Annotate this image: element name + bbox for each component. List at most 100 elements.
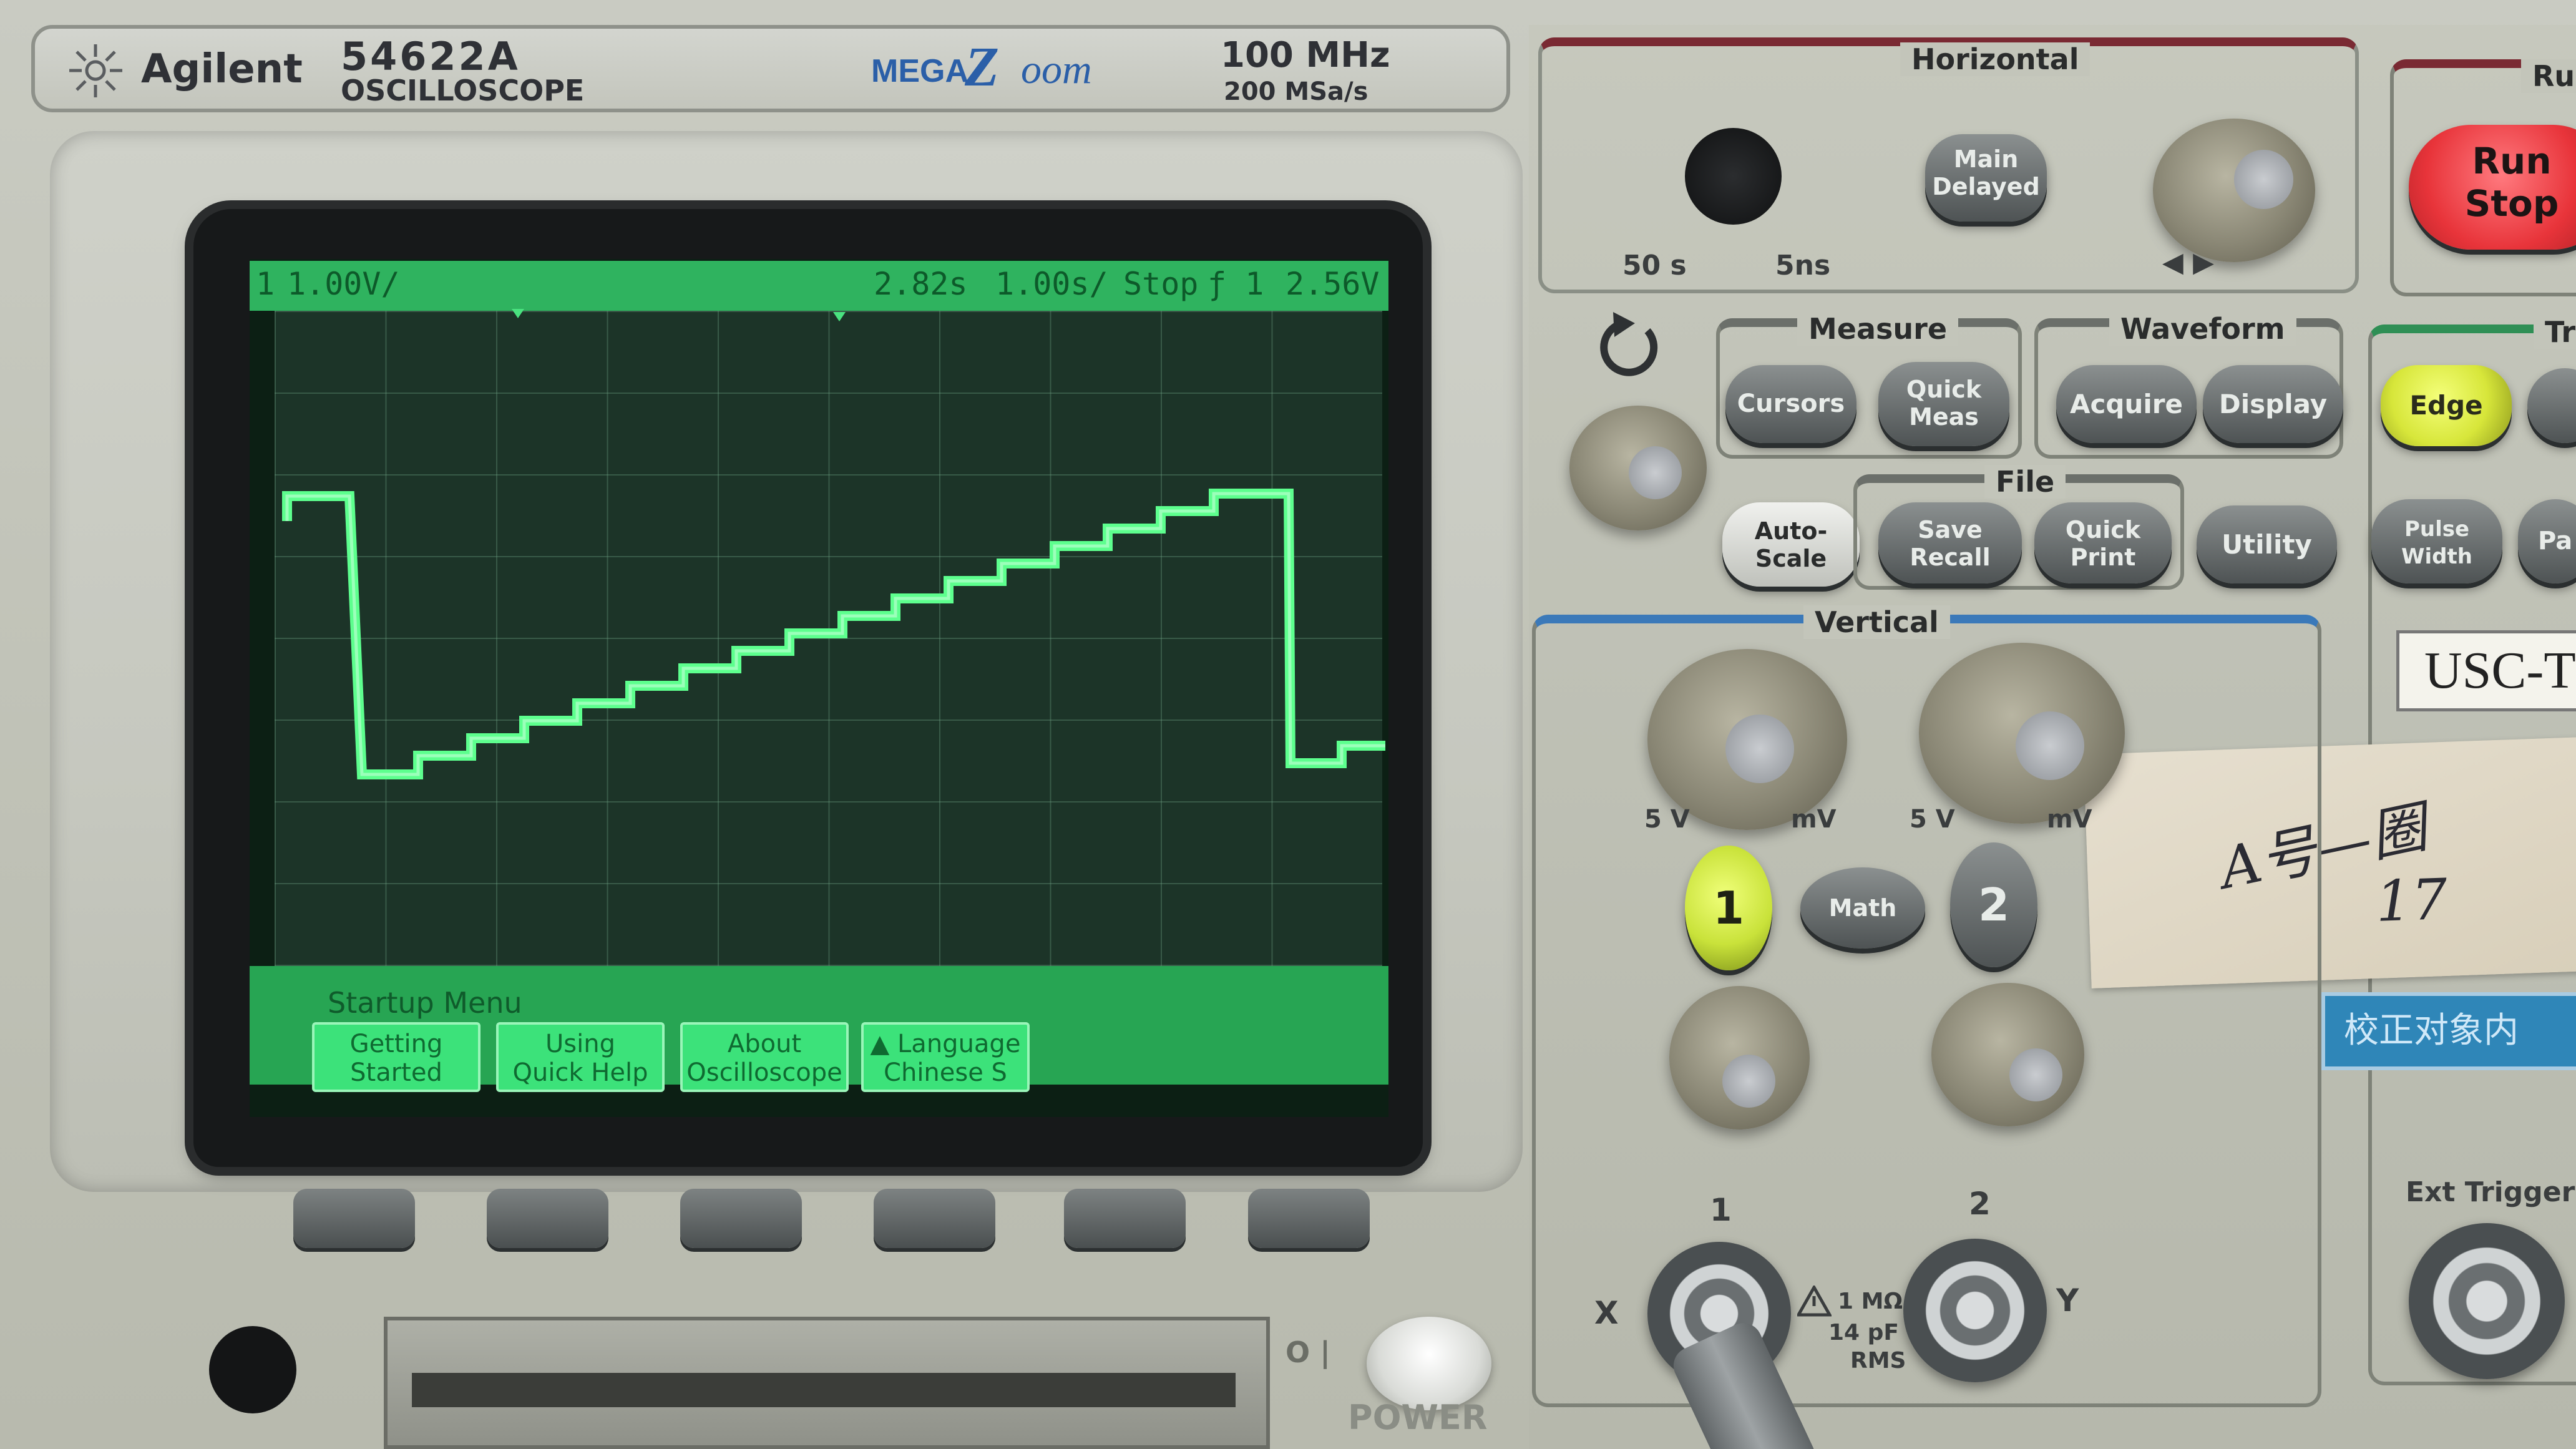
ext-trigger-connector[interactable]	[2409, 1223, 2565, 1379]
softkey-label: Getting	[349, 1030, 443, 1058]
softkey-language[interactable]: ▲ Language Chinese S	[861, 1022, 1030, 1092]
agilent-logo-icon	[66, 41, 125, 100]
bezel-softkey-3[interactable]	[680, 1189, 802, 1248]
ext-trigger-label: Ext Trigger	[2406, 1176, 2575, 1208]
cursors-label: Cursors	[1737, 389, 1845, 418]
megazoom-prefix: MEGA	[871, 53, 968, 89]
floppy-slot[interactable]	[412, 1373, 1236, 1407]
measure-title: Measure	[1797, 312, 1959, 346]
intensity-knob-hole[interactable]	[209, 1326, 296, 1413]
quick-meas-line1: Quick	[1906, 376, 1982, 403]
softkey-label: Using	[545, 1030, 615, 1058]
calibration-label-text: 校正对象内	[2344, 1010, 2519, 1051]
acquire-button[interactable]: Acquire	[2056, 365, 2197, 443]
save-recall-line2: Recall	[1910, 544, 1991, 571]
waveform-glow	[285, 492, 1385, 776]
quick-print-line1: Quick	[2065, 516, 2141, 544]
instrument-type: OSCILLOSCOPE	[341, 74, 585, 107]
y-input-label: Y	[2056, 1282, 2079, 1319]
softkey-label: Quick Help	[512, 1058, 648, 1087]
sample-rate-label: 200 MSa/s	[1224, 77, 1368, 106]
horizontal-range-max: 5ns	[1775, 250, 1831, 281]
pulse-width-line2: Width	[2401, 544, 2472, 569]
input-spec-rms: RMS	[1850, 1348, 1906, 1373]
power-switch-markings: O |	[1286, 1335, 1330, 1369]
main-delayed-line2: Delayed	[1932, 173, 2040, 200]
front-header-strip: Agilent 54622A OSCILLOSCOPE MEGA Z oom 1…	[31, 25, 1510, 112]
math-button[interactable]: Math	[1800, 867, 1925, 949]
bezel-softkey-1[interactable]	[293, 1189, 415, 1248]
entry-knob-cap	[1629, 446, 1682, 499]
warning-triangle-icon	[1795, 1284, 1833, 1317]
quick-meas-line2: Meas	[1909, 403, 1979, 431]
main-delayed-button[interactable]: Main Delayed	[1925, 134, 2047, 222]
megazoom-suffix: oom	[1021, 47, 1092, 92]
ch1-button[interactable]: 1	[1685, 846, 1772, 970]
ch2-label: 2	[1978, 879, 2010, 931]
math-label: Math	[1828, 894, 1897, 922]
trigger-title: Tr	[2534, 315, 2576, 349]
edge-label: Edge	[2409, 390, 2483, 421]
bezel-softkey-2[interactable]	[487, 1189, 608, 1248]
run-stop-button[interactable]: Run Stop	[2409, 125, 2576, 250]
softkey-label: Started	[350, 1058, 442, 1087]
menu-title: Startup Menu	[328, 986, 522, 1020]
display-label: Display	[2218, 389, 2328, 419]
ch2-position-knob[interactable]	[1931, 983, 2084, 1126]
brand-name: Agilent	[141, 46, 303, 92]
run-stop-line2: Stop	[2464, 182, 2559, 225]
softkey-label: ▲ Language	[870, 1030, 1021, 1058]
softkey-about-oscilloscope[interactable]: About Oscilloscope	[680, 1022, 849, 1092]
rotate-arrow-icon	[1588, 306, 1669, 387]
ch2-scale-left: 5 V	[1910, 805, 1955, 834]
ch2-position-knob-cap	[2009, 1048, 2062, 1101]
quick-print-line2: Print	[2070, 544, 2136, 571]
save-recall-button[interactable]: Save Recall	[1878, 502, 2022, 583]
ch2-volts-knob-cap	[2016, 711, 2084, 780]
ch1-position-knob-cap	[1722, 1055, 1775, 1108]
softkey-getting-started[interactable]: Getting Started	[312, 1022, 481, 1092]
autoscale-button[interactable]: Auto- Scale	[1722, 502, 1860, 587]
quick-print-button[interactable]: Quick Print	[2034, 502, 2172, 583]
usc-label: USC-T	[2396, 630, 2576, 711]
usc-label-text: USC-T	[2424, 642, 2576, 700]
bezel-softkey-4[interactable]	[874, 1189, 995, 1248]
horizontal-scale-knob[interactable]	[1685, 128, 1782, 225]
bezel-softkey-5[interactable]	[1064, 1189, 1186, 1248]
display-button[interactable]: Display	[2203, 365, 2343, 443]
run-stop-line1: Run	[2472, 140, 2552, 182]
input2-label: 2	[1969, 1186, 1991, 1222]
calibration-label: 校正对象内	[2321, 992, 2576, 1070]
edge-button[interactable]: Edge	[2381, 365, 2512, 446]
ch2-button[interactable]: 2	[1950, 842, 2037, 967]
waveform-title: Waveform	[2109, 312, 2296, 346]
trigger-markers	[512, 309, 846, 321]
handwritten-number: 17	[2374, 866, 2449, 935]
quick-meas-button[interactable]: Quick Meas	[1878, 362, 2009, 446]
pulse-width-button[interactable]: Pulse Width	[2371, 499, 2502, 583]
x-input-label: X	[1594, 1295, 1619, 1331]
save-recall-line1: Save	[1918, 516, 1983, 544]
utility-button[interactable]: Utility	[2197, 505, 2337, 583]
power-button[interactable]	[1367, 1317, 1491, 1410]
run-control-title: Ru	[2521, 59, 2576, 93]
input-spec-impedance: 1 MΩ	[1838, 1289, 1903, 1314]
input1-label: 1	[1710, 1192, 1732, 1228]
softkey-label: About	[727, 1030, 802, 1058]
ch2-scale-right: mV	[2047, 805, 2092, 834]
ch1-scale-right: mV	[1791, 805, 1837, 834]
megazoom-logo: MEGA Z oom	[871, 35, 1171, 104]
softkey-using-quick-help[interactable]: Using Quick Help	[496, 1022, 665, 1092]
model-number: 54622A	[341, 34, 520, 79]
bezel-softkey-6[interactable]	[1248, 1189, 1370, 1248]
softkey-label: Oscilloscope	[686, 1058, 842, 1087]
main-delayed-line1: Main	[1953, 145, 2019, 173]
oscilloscope-photo: Agilent 54622A OSCILLOSCOPE MEGA Z oom 1…	[0, 0, 2576, 1449]
acquire-label: Acquire	[2070, 389, 2183, 419]
horizontal-position-arrows: ◀ ▶	[2162, 246, 2214, 278]
input-spec-capacitance: 14 pF	[1828, 1320, 1899, 1345]
ch2-input-connector[interactable]	[1903, 1239, 2047, 1382]
utility-label: Utility	[2222, 529, 2312, 560]
cursors-button[interactable]: Cursors	[1725, 365, 1856, 443]
ch1-label: 1	[1712, 882, 1745, 934]
